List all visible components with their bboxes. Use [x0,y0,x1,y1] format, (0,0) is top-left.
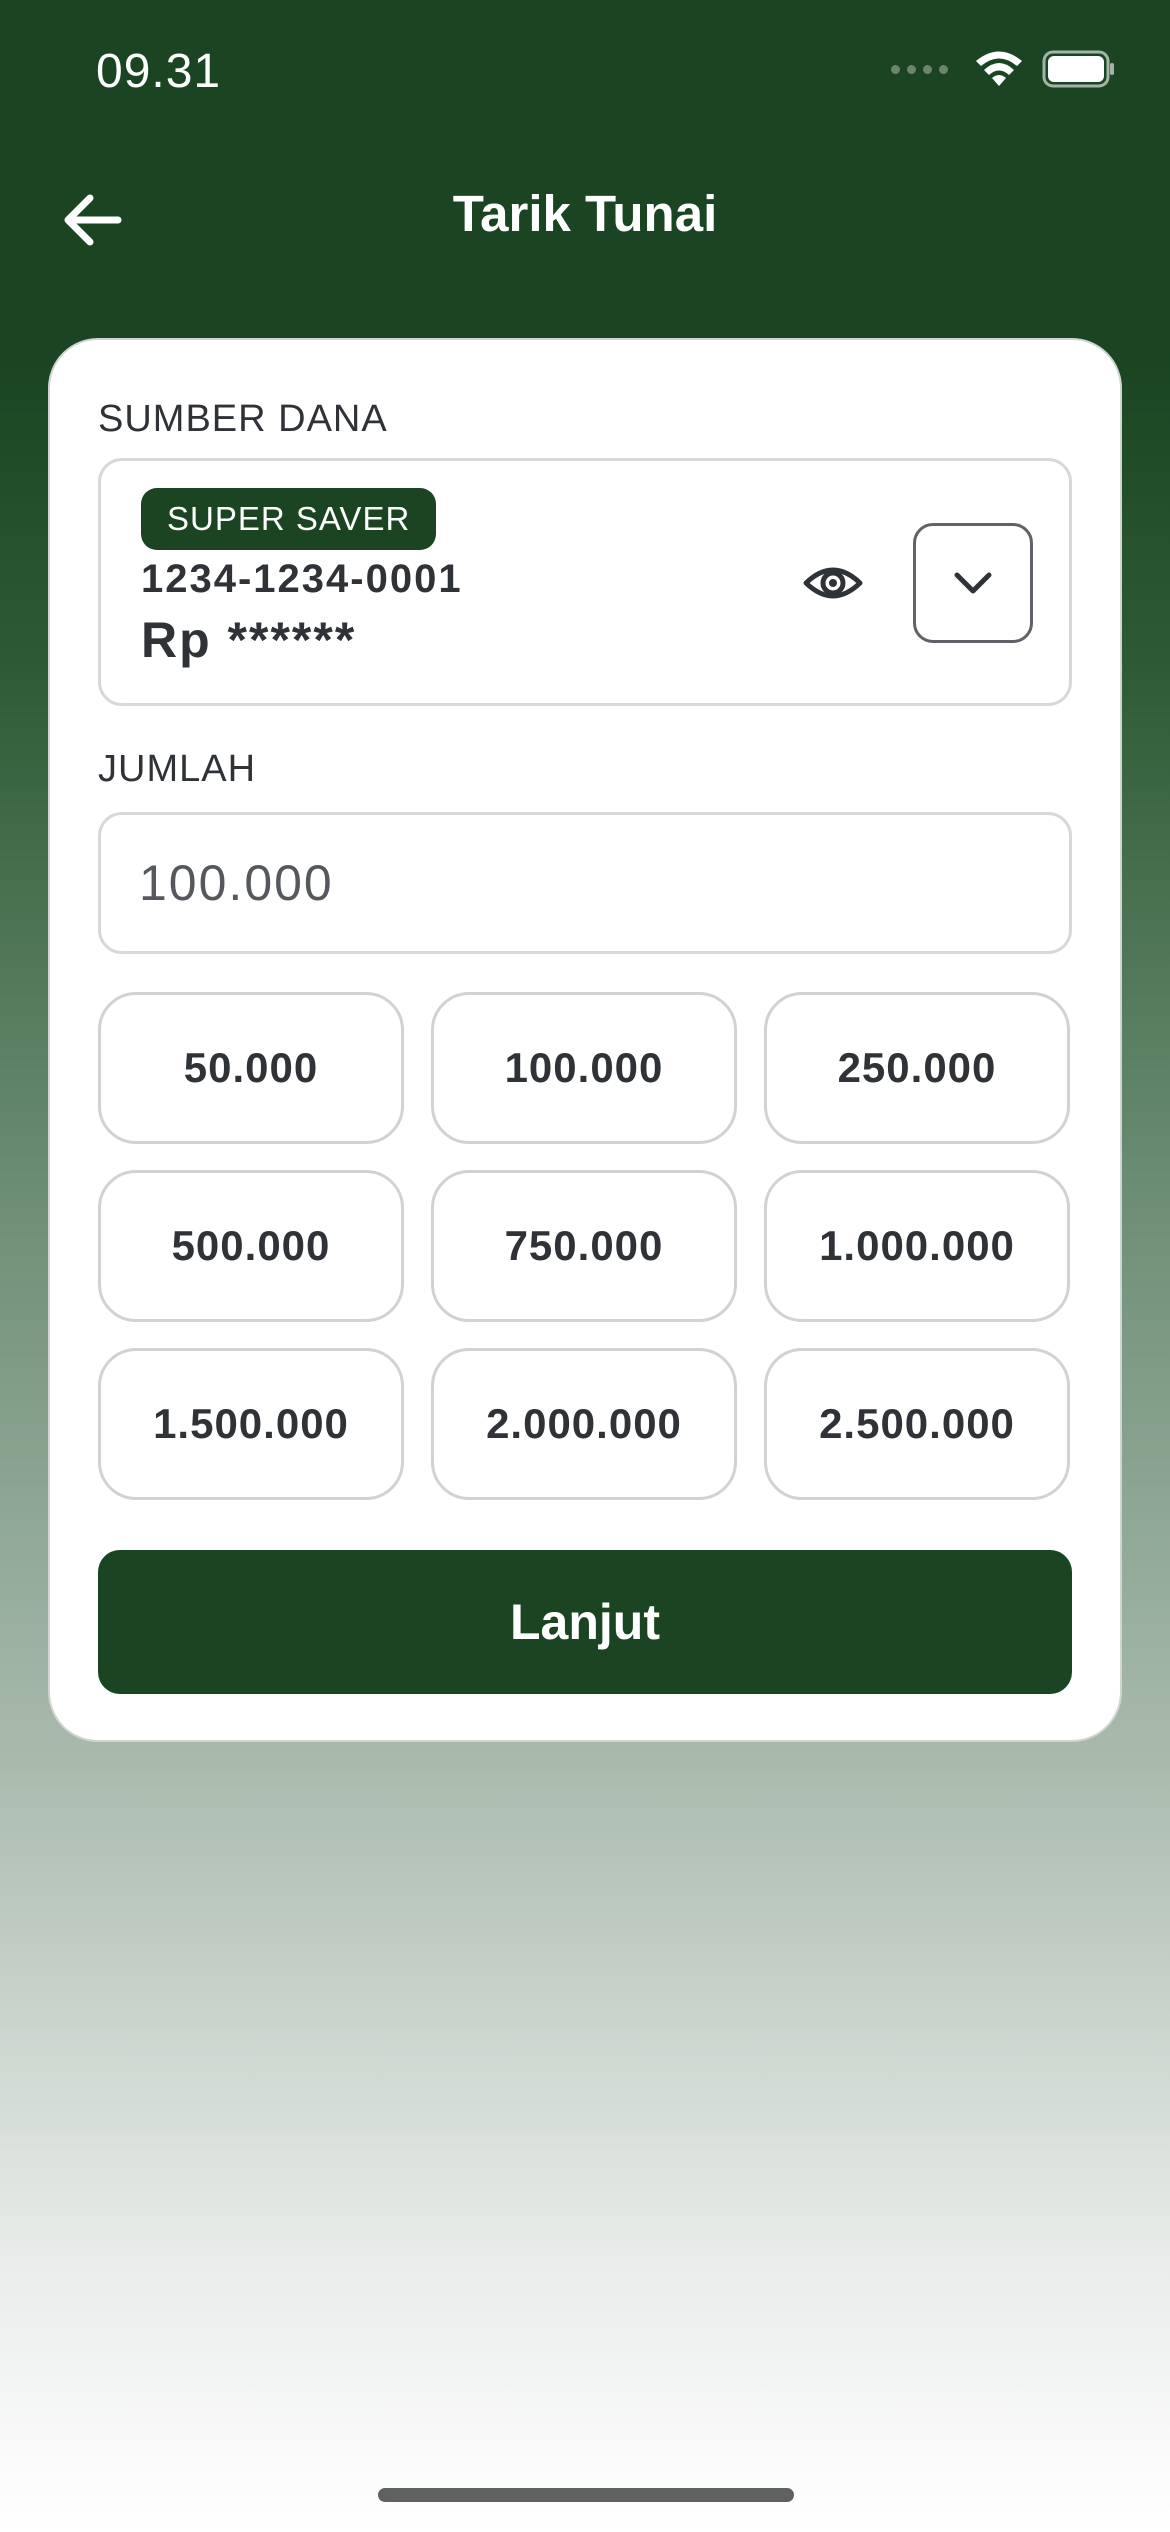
account-dropdown-button[interactable] [913,523,1033,643]
account-type-badge: SUPER SAVER [141,488,437,550]
account-balance: Rp ****** [141,612,357,668]
wifi-icon [976,51,1022,86]
amount-input[interactable] [98,812,1072,954]
amount-preset-grid: 50.000 100.000 250.000 500.000 750.000 1… [98,992,1072,1500]
battery-icon [1042,50,1114,88]
amount-preset-chip[interactable]: 500.000 [98,1170,404,1322]
amount-preset-chip[interactable]: 2.000.000 [431,1348,737,1500]
toggle-balance-visibility-button[interactable] [801,551,865,615]
source-label: SUMBER DANA [98,398,388,440]
status-icons [891,50,1116,88]
amount-preset-chip[interactable]: 1.500.000 [98,1348,404,1500]
signal-icon [891,64,948,74]
next-button[interactable]: Lanjut [98,1550,1072,1694]
status-bar: 09.31 [0,0,1170,150]
status-time: 09.31 [96,45,222,98]
source-account-selector[interactable]: SUPER SAVER 1234-1234-0001 Rp ****** [98,458,1072,706]
chevron-down-icon [954,572,992,594]
amount-preset-chip[interactable]: 50.000 [98,992,404,1144]
eye-icon [803,567,863,599]
amount-preset-chip[interactable]: 1.000.000 [764,1170,1070,1322]
account-number: 1234-1234-0001 [141,557,463,601]
amount-label: JUMLAH [98,748,257,790]
withdrawal-card: SUMBER DANA SUPER SAVER 1234-1234-0001 R… [48,338,1122,1742]
amount-preset-chip[interactable]: 750.000 [431,1170,737,1322]
home-indicator[interactable] [378,2488,794,2502]
amount-preset-chip[interactable]: 250.000 [764,992,1070,1144]
page-title: Tarik Tunai [452,185,718,242]
header: Tarik Tunai [0,170,1170,266]
amount-preset-chip[interactable]: 2.500.000 [764,1348,1070,1500]
amount-preset-chip[interactable]: 100.000 [431,992,737,1144]
